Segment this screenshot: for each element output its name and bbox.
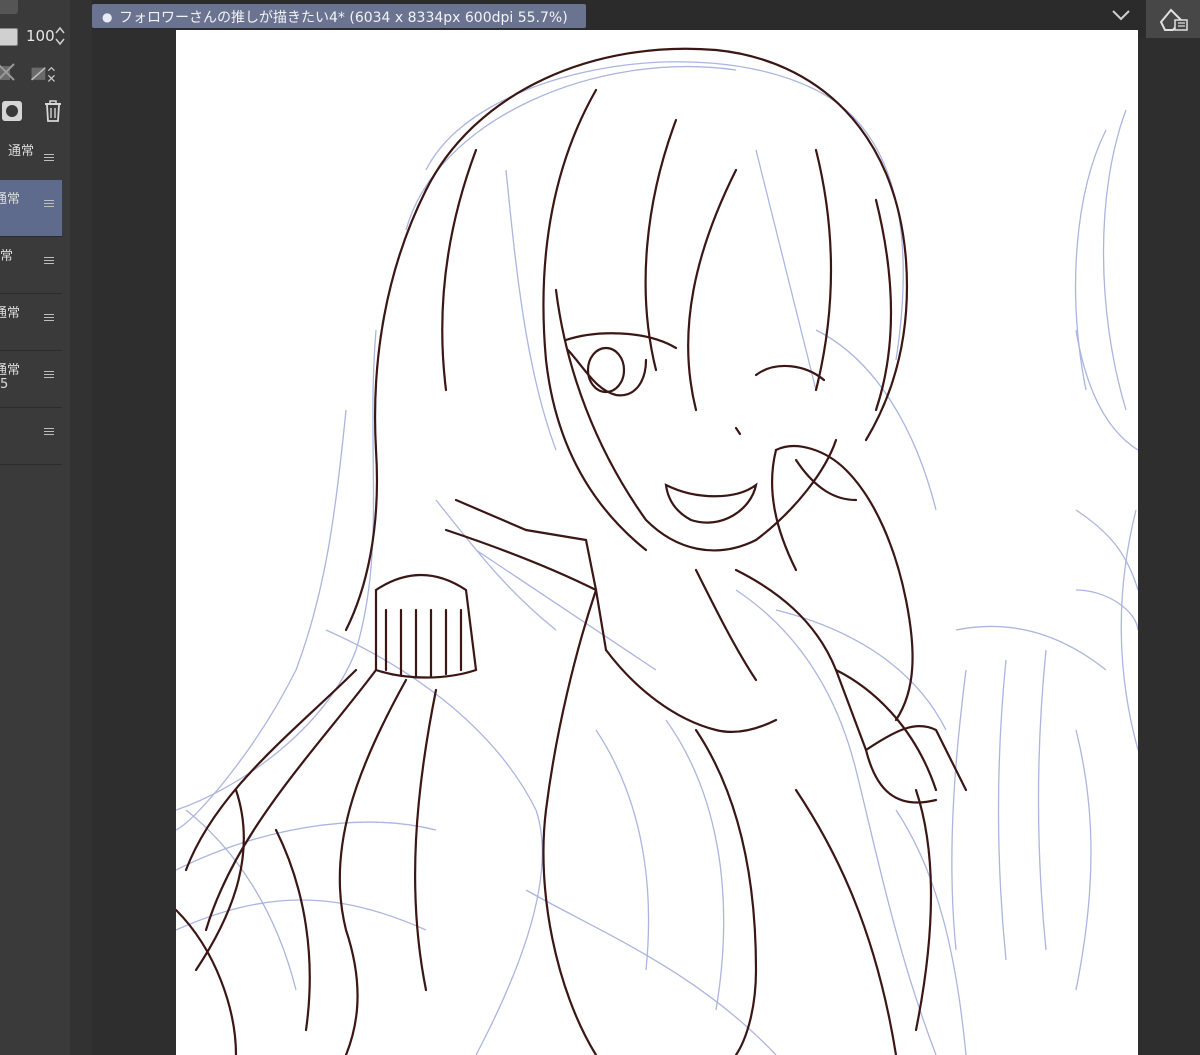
opacity-slider[interactable]	[0, 28, 18, 46]
layer-panel: 100 通常 通常 常 通常 通常 5	[0, 0, 70, 1055]
side-tool-button[interactable]	[1146, 0, 1200, 38]
layer-action-row	[0, 96, 70, 128]
layer-item[interactable]: 通常 5	[0, 351, 62, 408]
layer-blend-mode: 通常	[8, 144, 35, 159]
document-tab[interactable]: ● フォロワーさんの推しが描きたい4* (6034 x 8334px 600dp…	[92, 4, 586, 28]
opacity-control[interactable]: 100	[0, 22, 70, 50]
canvas-area-right	[1138, 38, 1200, 1055]
canvas-area-left	[92, 30, 176, 1055]
layer-blend-mode: 通常	[0, 192, 21, 207]
layer-item[interactable]	[0, 408, 62, 465]
layer-menu-icon[interactable]	[44, 312, 54, 324]
layer-tool-row	[0, 60, 70, 88]
drawing-canvas[interactable]	[176, 30, 1138, 1055]
line-art-drawing	[176, 47, 1138, 1055]
opacity-spin-icon[interactable]	[54, 24, 66, 48]
layer-item-active[interactable]: 通常	[0, 180, 62, 237]
layer-mask-icon[interactable]	[0, 98, 26, 124]
clip-layer-icon[interactable]	[0, 60, 20, 86]
layer-item[interactable]: 常	[0, 237, 62, 294]
opacity-value[interactable]: 100	[26, 27, 55, 45]
panel-divider	[70, 0, 92, 1055]
layer-opacity-label: 5	[0, 377, 9, 392]
layer-menu-icon[interactable]	[44, 255, 54, 267]
layer-menu-icon[interactable]	[44, 152, 54, 164]
panel-corner	[0, 0, 18, 14]
modified-indicator: ●	[102, 10, 113, 24]
reference-layer-icon[interactable]	[30, 60, 56, 86]
layer-item[interactable]: 通常	[0, 294, 62, 351]
eraser-layer-icon	[1159, 8, 1188, 31]
layer-menu-icon[interactable]	[44, 369, 54, 381]
layer-menu-icon[interactable]	[44, 426, 54, 438]
layer-blend-mode: 通常	[0, 306, 21, 321]
layer-menu-icon[interactable]	[44, 198, 54, 210]
layer-blend-mode: 通常	[0, 363, 21, 378]
layer-blend-mode: 常	[0, 249, 14, 264]
document-title: フォロワーさんの推しが描きたい4* (6034 x 8334px 600dpi …	[119, 10, 568, 26]
trash-icon[interactable]	[40, 98, 66, 124]
chevron-down-icon[interactable]	[1110, 6, 1132, 24]
